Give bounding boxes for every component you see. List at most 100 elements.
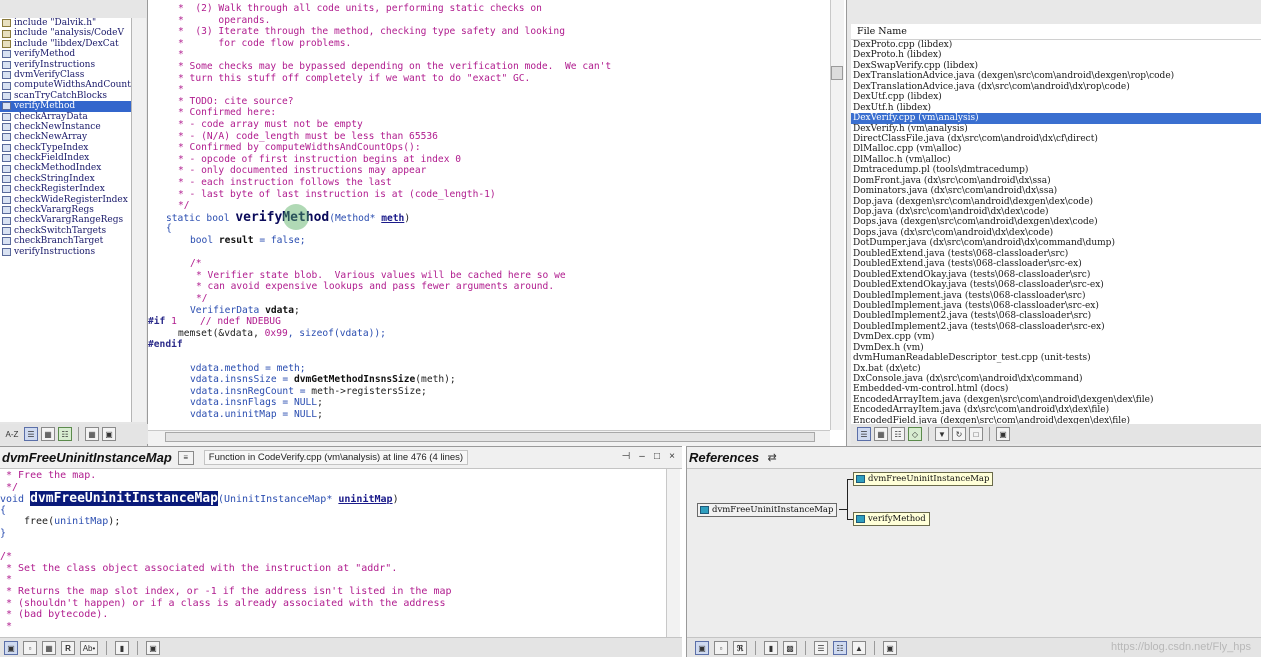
- file-list-item[interactable]: Dops.java (dexgen\src\com\android\dexgen…: [851, 217, 1261, 227]
- file-list-item[interactable]: EncodedArrayItem.java (dexgen\src\com\an…: [851, 395, 1261, 405]
- file-list-item[interactable]: DoubledExtend.java (tests\068-classloade…: [851, 249, 1261, 259]
- file-list-item[interactable]: EncodedField.java (dexgen\src\com\androi…: [851, 416, 1261, 424]
- file-list-item[interactable]: Dop.java (dexgen\src\com\android\dexgen\…: [851, 197, 1261, 207]
- symbol-item[interactable]: checkRegisterIndex: [0, 184, 131, 194]
- file-list-item[interactable]: DoubledExtend.java (tests\068-classloade…: [851, 259, 1261, 269]
- file-list-item[interactable]: DexProto.cpp (libdex): [851, 40, 1261, 50]
- relation-image-icon[interactable]: ▣: [695, 641, 709, 655]
- symbol-item[interactable]: scanTryCatchBlocks: [0, 91, 131, 101]
- relation-graph-canvas[interactable]: dvmFreeUninitInstanceMap dvmFreeUninitIn…: [687, 469, 1261, 637]
- file-list-item[interactable]: DexVerify.h (vm\analysis): [851, 124, 1261, 134]
- relation-root-node[interactable]: dvmFreeUninitInstanceMap: [697, 503, 838, 517]
- file-window-options-icon[interactable]: ▣: [996, 427, 1010, 441]
- context-lock-icon[interactable]: ▮: [115, 641, 129, 655]
- context-lookup-icon[interactable]: ▫: [23, 641, 37, 655]
- relation-references-icon[interactable]: ℜ: [733, 641, 747, 655]
- file-list-item[interactable]: DexTranslationAdvice.java (dexgen\src\co…: [851, 71, 1261, 81]
- jump-to-definition-icon[interactable]: ≡: [177, 450, 194, 465]
- file-list-item[interactable]: Dops.java (dx\src\com\android\dx\dex\cod…: [851, 228, 1261, 238]
- symbol-item[interactable]: include "analysis/CodeV: [0, 28, 131, 38]
- file-list-item[interactable]: DexProto.h (libdex): [851, 50, 1261, 60]
- symbol-item[interactable]: checkVarargRegs: [0, 205, 131, 215]
- file-list-item[interactable]: Dx.bat (dx\etc): [851, 364, 1261, 374]
- file-list-item[interactable]: DexSwapVerify.cpp (libdex): [851, 61, 1261, 71]
- file-list-item[interactable]: EncodedArrayItem.java (dx\src\com\androi…: [851, 405, 1261, 415]
- file-list-item[interactable]: DlMalloc.cpp (vm\alloc): [851, 144, 1261, 154]
- symbol-item[interactable]: checkWideRegisterIndex: [0, 195, 131, 205]
- symbol-item[interactable]: checkNewInstance: [0, 122, 131, 132]
- file-list-item[interactable]: DoubledImplement.java (tests\068-classlo…: [851, 291, 1261, 301]
- file-list-item[interactable]: DoubledExtendOkay.java (tests\068-classl…: [851, 280, 1261, 290]
- context-spelling-button[interactable]: Ab•: [80, 641, 98, 655]
- symbol-item[interactable]: checkSwitchTargets: [0, 226, 131, 236]
- symbol-item[interactable]: checkArrayData: [0, 112, 131, 122]
- file-list-item[interactable]: DvmDex.cpp (vm): [851, 332, 1261, 342]
- file-list-item[interactable]: DoubledImplement.java (tests\068-classlo…: [851, 301, 1261, 311]
- file-list-item[interactable]: DxConsole.java (dx\src\com\android\dx\co…: [851, 374, 1261, 384]
- context-window-options-icon[interactable]: ▣: [146, 641, 160, 655]
- file-list-item[interactable]: Dominators.java (dx\src\com\android\dx\s…: [851, 186, 1261, 196]
- book-icon[interactable]: ▦: [85, 427, 99, 441]
- file-list-item[interactable]: DoubledImplement2.java (tests\068-classl…: [851, 311, 1261, 321]
- symbol-item[interactable]: checkBranchTarget: [0, 236, 131, 246]
- symbol-item[interactable]: checkTypeIndex: [0, 143, 131, 153]
- symbol-item[interactable]: verifyInstructions: [0, 60, 131, 70]
- symbol-item[interactable]: verifyMethod: [0, 49, 131, 59]
- code-editor[interactable]: * (2) Walk through all code units, perfo…: [148, 0, 830, 430]
- maximize-window-icon[interactable]: □: [651, 451, 663, 463]
- file-detail-view-icon[interactable]: ▦: [874, 427, 888, 441]
- file-list-item[interactable]: DexVerify.cpp (vm\analysis): [851, 113, 1261, 124]
- document-icon[interactable]: □: [969, 427, 983, 441]
- file-name-column-header[interactable]: File Name: [851, 24, 1261, 40]
- category-view-icon[interactable]: ▦: [41, 427, 55, 441]
- file-list-item[interactable]: DexTranslationAdvice.java (dx\src\com\an…: [851, 82, 1261, 92]
- relation-clipboard-icon[interactable]: ▩: [783, 641, 797, 655]
- symbol-item[interactable]: include "libdex/DexCat: [0, 39, 131, 49]
- symbol-list-scrollbar[interactable]: [132, 18, 146, 422]
- relation-lookup-icon[interactable]: ▫: [714, 641, 728, 655]
- symbol-item[interactable]: checkStringIndex: [0, 174, 131, 184]
- tree-view-icon[interactable]: ☷: [58, 427, 72, 441]
- file-list-item[interactable]: DomFront.java (dx\src\com\android\dx\ssa…: [851, 176, 1261, 186]
- relation-child-node[interactable]: verifyMethod: [853, 512, 930, 526]
- symbol-item[interactable]: checkNewArray: [0, 132, 131, 142]
- symbol-item[interactable]: computeWidthsAndCountOp: [0, 80, 131, 90]
- relation-hierarchy-icon[interactable]: ▲: [852, 641, 866, 655]
- symbol-item[interactable]: checkFieldIndex: [0, 153, 131, 163]
- relation-graph-icon[interactable]: ☷: [833, 641, 847, 655]
- file-list-item[interactable]: dvmHumanReadableDescriptor_test.cpp (uni…: [851, 353, 1261, 363]
- symbol-item[interactable]: include "Dalvik.h": [0, 18, 131, 28]
- relation-list-icon[interactable]: ☰: [814, 641, 828, 655]
- symbol-item[interactable]: verifyMethod: [0, 101, 131, 112]
- file-tree-view-icon[interactable]: ☷: [891, 427, 905, 441]
- sort-alpha-button[interactable]: A-Z: [3, 427, 21, 441]
- symbol-item[interactable]: checkVarargRangeRegs: [0, 215, 131, 225]
- symbol-item[interactable]: checkMethodIndex: [0, 163, 131, 173]
- relation-lock-icon[interactable]: ▮: [764, 641, 778, 655]
- editor-horizontal-scroll-thumb[interactable]: [165, 432, 815, 442]
- pin-window-icon[interactable]: ⊣: [620, 451, 632, 463]
- context-references-button[interactable]: R: [61, 641, 75, 655]
- file-list-item[interactable]: Embedded-vm-control.html (docs): [851, 384, 1261, 394]
- file-list-item[interactable]: DirectClassFile.java (dx\src\com\android…: [851, 134, 1261, 144]
- context-code-view[interactable]: * Free the map. */void dvmFreeUninitInsta…: [0, 469, 666, 637]
- minimize-window-icon[interactable]: –: [636, 451, 648, 463]
- file-list-item[interactable]: DoubledExtendOkay.java (tests\068-classl…: [851, 270, 1261, 280]
- editor-vertical-scroll-thumb[interactable]: [831, 66, 843, 80]
- close-window-icon[interactable]: ×: [666, 451, 678, 463]
- file-filter-icon[interactable]: ◇: [908, 427, 922, 441]
- context-book-icon[interactable]: ▦: [42, 641, 56, 655]
- file-list-item[interactable]: Dop.java (dx\src\com\android\dx\dex\code…: [851, 207, 1261, 217]
- file-list-item[interactable]: DexUtf.h (libdex): [851, 103, 1261, 113]
- relation-child-node[interactable]: dvmFreeUninitInstanceMap: [853, 472, 994, 486]
- file-list-item[interactable]: Dmtracedump.pl (tools\dmtracedump): [851, 165, 1261, 175]
- list-view-icon[interactable]: ☰: [24, 427, 38, 441]
- relation-window-options-icon[interactable]: ▣: [883, 641, 897, 655]
- open-folder-icon[interactable]: ▼: [935, 427, 949, 441]
- file-list-item[interactable]: DlMalloc.h (vm\alloc): [851, 155, 1261, 165]
- file-list-item[interactable]: DotDumper.java (dx\src\com\android\dx\co…: [851, 238, 1261, 248]
- symbol-item[interactable]: verifyInstructions: [0, 247, 131, 257]
- file-list-item[interactable]: DexUtf.cpp (libdex): [851, 92, 1261, 102]
- file-list-view-icon[interactable]: ☰: [857, 427, 871, 441]
- file-list-item[interactable]: DvmDex.h (vm): [851, 343, 1261, 353]
